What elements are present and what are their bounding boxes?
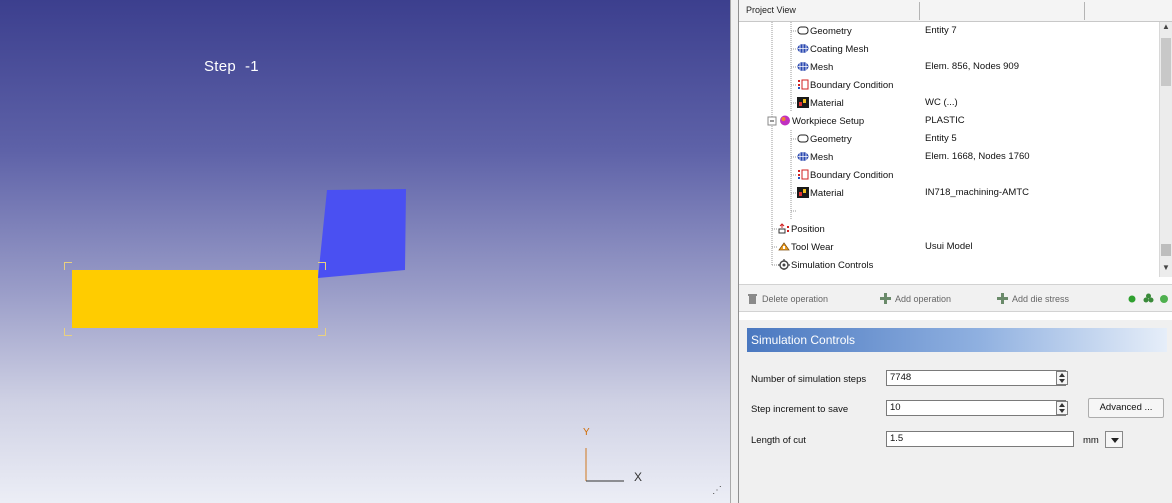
tool-wear-icon	[778, 242, 790, 251]
tree-item-label: Boundary Condition	[810, 80, 894, 91]
tree-item-value: Usui Model	[925, 241, 973, 252]
column-separator[interactable]	[919, 2, 920, 20]
tree-item-label: Simulation Controls	[791, 260, 874, 271]
mesh-icon	[797, 44, 809, 53]
scroll-marker	[1161, 244, 1171, 256]
project-view-header: Project View	[739, 0, 1172, 22]
tree-item-label: Mesh	[810, 152, 834, 163]
step-increment-label: Step increment to save	[751, 404, 849, 415]
material-icon	[797, 187, 809, 198]
tree-item-value: Elem. 1668, Nodes 1760	[925, 151, 1030, 162]
axis-y-label: Y	[583, 427, 590, 438]
scroll-up-icon[interactable]: ▲	[1160, 22, 1172, 34]
tree-row-tool-boundary-condition[interactable]: Boundary Condition	[739, 76, 1159, 94]
number-of-steps-spinner[interactable]	[1056, 371, 1068, 385]
scroll-down-icon[interactable]: ▼	[1160, 263, 1172, 275]
length-unit-label: mm	[1083, 435, 1099, 446]
position-icon	[778, 223, 789, 234]
tree-row-workpiece-geometry[interactable]: Geometry Entity 5	[739, 130, 1159, 148]
tree-row-position[interactable]: Position	[739, 220, 1159, 238]
add-die-stress-button[interactable]: Add die stress	[997, 293, 1069, 304]
tree-item-label: Coating Mesh	[810, 44, 869, 55]
tree-item-label: Mesh	[810, 62, 834, 73]
boundary-condition-icon	[798, 79, 809, 90]
app-window: Step -1 Y X ⋰ Project View Geometry Enti…	[0, 0, 1172, 503]
plus-icon	[997, 293, 1008, 304]
tree-item-label: Position	[791, 224, 825, 235]
project-view-title: Project View	[746, 5, 796, 15]
tree-row-workpiece-setup[interactable]: Workpiece Setup PLASTIC	[739, 112, 1159, 130]
tree-item-value: WC (...)	[925, 97, 958, 108]
tree-item-label: Geometry	[810, 134, 852, 145]
boundary-condition-icon	[798, 169, 809, 180]
right-panel: Project View Geometry Entity 7 Coating M…	[739, 0, 1172, 503]
length-of-cut-label: Length of cut	[751, 435, 806, 446]
geometry-icon	[797, 134, 809, 143]
tree-item-label: Geometry	[810, 26, 852, 37]
tree-row-workpiece-material[interactable]: Material IN718_machining-AMTC	[739, 184, 1159, 202]
simulation-controls-icon	[778, 259, 790, 270]
delete-operation-button[interactable]: Delete operation	[747, 293, 828, 304]
tree-item-label: Tool Wear	[791, 242, 834, 253]
tree-scrollbar[interactable]: ▲ ▼	[1159, 22, 1172, 277]
delete-operation-label: Delete operation	[762, 294, 829, 304]
tree-row-tool-material[interactable]: Material WC (...)	[739, 94, 1159, 112]
tree-item-value: Elem. 856, Nodes 909	[925, 61, 1020, 72]
tree-row-workpiece-mesh[interactable]: Mesh Elem. 1668, Nodes 1760	[739, 148, 1159, 166]
tree-row-workpiece-boundary-condition[interactable]: Boundary Condition	[739, 166, 1159, 184]
resize-grip-icon[interactable]: ⋰	[712, 485, 722, 496]
panel-title: Simulation Controls	[751, 333, 856, 347]
tree-row-simulation-controls[interactable]: Simulation Controls	[739, 256, 1159, 274]
mesh-icon	[797, 152, 809, 161]
mesh-icon	[797, 62, 809, 71]
scrollbar-thumb[interactable]	[1161, 38, 1171, 86]
axis-x-label: X	[634, 470, 643, 484]
unit-dropdown-button[interactable]	[1105, 431, 1123, 448]
material-icon	[797, 97, 809, 108]
length-of-cut-input[interactable]: 1.5	[886, 431, 1074, 447]
tree-item-label: Workpiece Setup	[792, 116, 865, 127]
geometry-icon	[797, 26, 809, 35]
tree-row-tool-geometry[interactable]: Geometry Entity 7	[739, 22, 1159, 40]
plus-icon	[880, 293, 891, 304]
tree-item-label: Material	[810, 188, 844, 199]
tree-item-label: Boundary Condition	[810, 170, 894, 181]
simulation-viewport[interactable]: Step -1 Y X ⋰	[0, 0, 730, 503]
tree-item-value: Entity 5	[925, 133, 957, 144]
tree-item-label: Material	[810, 98, 844, 109]
step-increment-spinner[interactable]	[1056, 401, 1068, 415]
workpiece-icon	[780, 115, 790, 126]
add-die-stress-label: Add die stress	[1012, 294, 1070, 304]
tree-item-value: PLASTIC	[925, 115, 965, 126]
extra-status-icon	[1160, 295, 1168, 303]
tree-row-tool-mesh[interactable]: Mesh Elem. 856, Nodes 909	[739, 58, 1159, 76]
operations-toolbar: Delete operation Add operation Add die s…	[739, 284, 1172, 312]
axis-triad	[585, 448, 624, 482]
add-operation-label: Add operation	[895, 294, 952, 304]
tree-item-value: Entity 7	[925, 25, 957, 36]
column-separator[interactable]	[1084, 2, 1085, 20]
project-tree[interactable]: Geometry Entity 7 Coating Mesh Mesh Elem…	[739, 22, 1159, 277]
panel-splitter[interactable]	[730, 0, 739, 503]
advanced-button[interactable]: Advanced ...	[1088, 398, 1164, 418]
tree-item-value: IN718_machining-AMTC	[925, 187, 1030, 198]
tree-row-coating-mesh[interactable]: Coating Mesh	[739, 40, 1159, 58]
step-increment-input[interactable]: 10	[886, 400, 1066, 416]
number-of-steps-label: Number of simulation steps	[751, 374, 867, 385]
status-icons	[1128, 293, 1168, 303]
panel-title-bar: Simulation Controls	[747, 328, 1167, 352]
trash-icon	[748, 294, 757, 304]
number-of-steps-input[interactable]: 7748	[886, 370, 1066, 386]
simulation-controls-panel: Simulation Controls Number of simulation…	[739, 320, 1172, 503]
tree-row-tool-wear[interactable]: Tool Wear Usui Model	[739, 238, 1159, 256]
add-operation-button[interactable]: Add operation	[880, 293, 951, 304]
run-status-icon	[1128, 295, 1136, 303]
